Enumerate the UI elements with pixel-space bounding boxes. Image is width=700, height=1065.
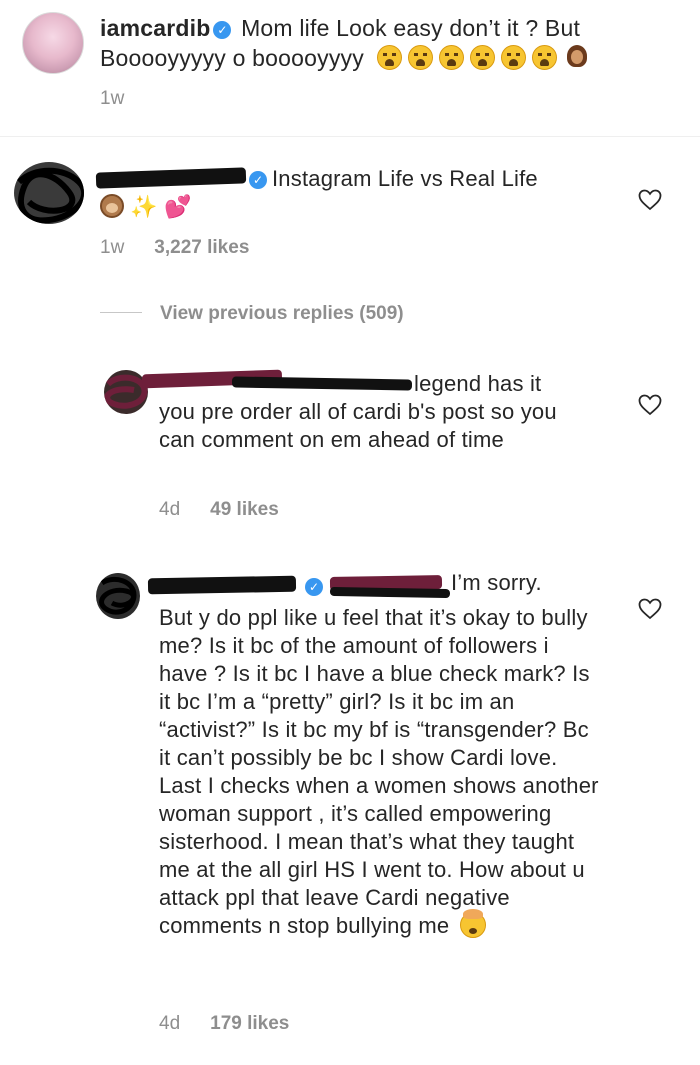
sparkles-icon: ✨ (130, 194, 158, 219)
caption-time: 1w (100, 88, 125, 109)
verified-badge-icon: ✓ (305, 578, 323, 596)
comment-text: Instagram Life vs Real Life (272, 166, 538, 191)
reply-text: you pre order all of cardi b's post so y… (159, 399, 557, 452)
reply-text: But y do ppl like u feel that it’s okay … (159, 604, 599, 940)
weary-face-icon (469, 45, 495, 70)
reply-text-line1: legend has it (414, 371, 542, 396)
caption-text-block: iamcardib ✓ Mom life Look easy don’t it ?… (100, 13, 660, 73)
verified-badge-icon: ✓ (249, 171, 267, 189)
reply-text-line1: I’m sorry. (451, 570, 542, 595)
heart-outline-icon[interactable] (638, 394, 662, 416)
reply-avatar[interactable] (96, 573, 140, 619)
caption-username[interactable]: iamcardib (100, 15, 210, 41)
post-caption: iamcardib ✓ Mom life Look easy don’t it ?… (0, 0, 700, 136)
username-redaction (95, 167, 247, 189)
username-redaction (147, 575, 297, 595)
reply-text-body: But y do ppl like u feel that it’s okay … (159, 605, 599, 938)
verified-badge-icon: ✓ (213, 21, 232, 39)
exploding-head-icon (459, 909, 486, 938)
view-previous-replies-button[interactable]: View previous replies (509) (100, 303, 404, 329)
reply-time: 4d (159, 1013, 181, 1034)
comment-time: 1w (100, 237, 125, 258)
reply-meta: 4d 179 likes (159, 1013, 289, 1035)
caption-avatar[interactable] (22, 12, 84, 74)
weary-face-icon (438, 45, 464, 70)
comment-avatar[interactable] (14, 162, 84, 224)
instagram-comments-screen: iamcardib ✓ Mom life Look easy don’t it ?… (0, 0, 700, 1065)
weary-face-icon (376, 45, 402, 70)
heart-outline-icon[interactable] (638, 598, 662, 620)
weary-face-icon (500, 45, 526, 70)
replies-divider-line (100, 312, 142, 313)
divider (0, 136, 700, 137)
reply-likes[interactable]: 179 likes (210, 1013, 289, 1034)
two-hearts-icon: 💕 (164, 194, 192, 219)
view-previous-replies-label: View previous replies (509) (160, 303, 404, 324)
reply-time: 4d (159, 499, 181, 520)
weary-face-icon (407, 45, 433, 70)
reply-likes[interactable]: 49 likes (210, 499, 279, 520)
scribble-redaction-icon (16, 167, 84, 224)
comment-likes[interactable]: 3,227 likes (154, 237, 249, 258)
mention-redaction (329, 586, 451, 599)
heart-outline-icon[interactable] (638, 189, 662, 211)
mention-redaction (231, 376, 413, 391)
reply-meta: 4d 49 likes (159, 499, 279, 521)
scribble-redaction-icon (99, 577, 137, 615)
comment-meta: 1w 3,227 likes (100, 237, 249, 259)
see-no-evil-monkey-icon (100, 194, 124, 218)
facepalm-icon (565, 45, 589, 71)
weary-face-icon (531, 45, 557, 70)
comment-emojis: ✨ 💕 (100, 193, 192, 221)
